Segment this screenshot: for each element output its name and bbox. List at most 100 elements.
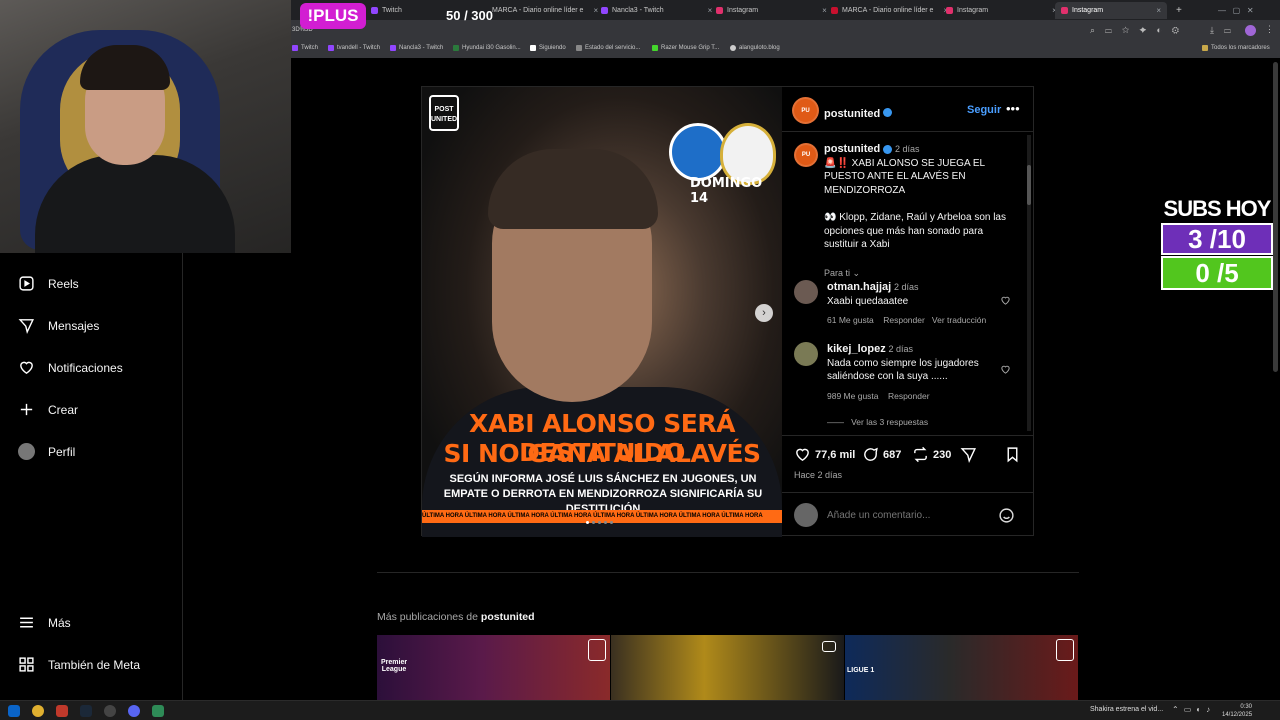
share-button[interactable] bbox=[960, 446, 977, 463]
sidebar-item-messages[interactable]: Mensajes bbox=[18, 317, 99, 334]
more-posts-user[interactable]: postunited bbox=[481, 611, 535, 623]
comment-time: 2 días bbox=[893, 282, 919, 292]
post-thumbnail[interactable]: LIGUE 1 bbox=[845, 635, 1078, 701]
sidebar-item-notifications[interactable]: Notificaciones bbox=[18, 359, 123, 376]
download-icon[interactable]: ⤓▭ bbox=[1210, 25, 1241, 36]
new-tab-button[interactable]: + bbox=[1170, 2, 1188, 19]
avatar[interactable] bbox=[794, 280, 818, 304]
chrome-icon[interactable] bbox=[32, 705, 44, 717]
browser-tab[interactable]: Twitch bbox=[365, 2, 408, 19]
clock[interactable]: 0:30 14/12/2025 bbox=[1222, 703, 1252, 719]
bookmark[interactable]: tvandell - Twitch bbox=[328, 45, 380, 51]
comment-user[interactable]: otman.hajjaj bbox=[827, 281, 891, 293]
browser-tab[interactable]: Instagram× bbox=[940, 2, 1063, 19]
view-replies-button[interactable]: —— Ver las 3 respuestas bbox=[827, 417, 928, 427]
subs-title: SUBS HOY bbox=[1163, 196, 1272, 221]
comments-scrollbar[interactable] bbox=[1027, 135, 1031, 431]
app-icon[interactable] bbox=[56, 705, 68, 717]
post-united-logo bbox=[1056, 639, 1074, 661]
comment-likes[interactable]: 61 Me gusta bbox=[827, 315, 874, 325]
scrollbar-thumb[interactable] bbox=[1027, 165, 1031, 205]
reply-button[interactable]: Responder bbox=[888, 391, 930, 401]
post-time: Hace 2 días bbox=[794, 470, 843, 480]
sidebar-item-reels[interactable]: Reels bbox=[18, 275, 79, 292]
sidebar-item-meta[interactable]: También de Meta bbox=[18, 656, 140, 673]
bookmark[interactable]: alanguloto.blog bbox=[730, 45, 780, 51]
like-comment-icon[interactable] bbox=[1000, 295, 1011, 306]
next-image-button[interactable]: › bbox=[755, 304, 773, 322]
bookmark[interactable]: Estado del servicio... bbox=[576, 45, 640, 51]
discord-icon[interactable] bbox=[128, 705, 140, 717]
alaves-crest bbox=[669, 123, 727, 181]
toolbar-icons[interactable]: ⌕▭☆✦◐⚙ bbox=[1090, 25, 1189, 36]
app-icon[interactable] bbox=[152, 705, 164, 717]
browser-tab[interactable]: Nancla3 - Twitch × bbox=[595, 2, 718, 19]
post-image[interactable]: POST UNITED DOMINGO 14 › XABI ALONSO SER… bbox=[422, 87, 782, 537]
sidebar-item-create[interactable]: Crear bbox=[18, 401, 78, 418]
heart-icon bbox=[796, 448, 809, 462]
like-count: 77,6 mil bbox=[815, 448, 856, 461]
subs-goal-a: 3 /10 bbox=[1161, 223, 1273, 255]
bookmark[interactable]: Hyundai i30 Gasolin... bbox=[453, 45, 521, 51]
like-button[interactable]: 77,6 mil bbox=[794, 446, 855, 463]
instagram-icon bbox=[716, 7, 723, 14]
author-avatar[interactable]: PU bbox=[794, 143, 818, 167]
image-hair bbox=[488, 149, 658, 229]
news-widget[interactable]: Shakira estrena el vid... bbox=[1090, 706, 1163, 713]
comment-input[interactable] bbox=[827, 507, 987, 523]
comment-button[interactable]: 687 bbox=[862, 446, 901, 463]
browser-tab[interactable]: Instagram× bbox=[710, 2, 833, 19]
author-avatar[interactable]: PU bbox=[792, 97, 819, 124]
more-options-icon[interactable]: ••• bbox=[1006, 101, 1020, 116]
image-headline-2: SI NO GANA AL ALAVÉS bbox=[443, 439, 761, 468]
repost-button[interactable]: 230 bbox=[912, 446, 951, 463]
menu-icon[interactable]: ⋮ bbox=[1265, 24, 1274, 35]
comments-section: PU postunited 2 días 🚨‼️ XABI ALONSO SE … bbox=[782, 133, 1034, 435]
post-thumbnail[interactable]: Premier League bbox=[377, 635, 610, 701]
browser-tab[interactable]: MARCA - Diario online líder e× bbox=[825, 2, 954, 19]
post-dialog: POST UNITED DOMINGO 14 › XABI ALONSO SER… bbox=[421, 86, 1034, 537]
caption-user[interactable]: postunited bbox=[824, 143, 880, 155]
goal-counter: 50 / 300 bbox=[446, 8, 493, 23]
post-thumbnail[interactable] bbox=[611, 635, 844, 701]
system-tray-icons[interactable]: ⌃▭◐♪ bbox=[1172, 705, 1215, 714]
profile-avatar[interactable] bbox=[1245, 25, 1256, 36]
translate-button[interactable]: Ver traducción bbox=[932, 315, 986, 325]
browser-tab-active[interactable]: Instagram × bbox=[1055, 2, 1167, 19]
for-you-link[interactable]: Para ti ⌄ bbox=[824, 268, 1020, 279]
carousel-dots bbox=[586, 521, 613, 524]
status-icon bbox=[576, 45, 582, 51]
steam-icon[interactable] bbox=[80, 705, 92, 717]
reply-button[interactable]: Responder bbox=[883, 315, 925, 325]
comment-likes[interactable]: 989 Me gusta bbox=[827, 391, 879, 401]
menu-icon bbox=[20, 617, 33, 628]
page-scrollbar[interactable] bbox=[1273, 62, 1278, 372]
hyundai-icon bbox=[453, 45, 459, 51]
author-name[interactable]: postunited bbox=[824, 104, 893, 122]
windows-start-icon[interactable] bbox=[8, 705, 20, 717]
like-comment-icon[interactable] bbox=[1000, 364, 1011, 375]
window-controls[interactable]: — ▢ ✕ bbox=[1212, 2, 1260, 19]
address-bar[interactable]: 3D%3D ⌕▭☆✦◐⚙ ⤓▭ ⋮ bbox=[290, 20, 1280, 42]
bookmark[interactable]: Twitch bbox=[292, 45, 318, 51]
sidebar-item-more[interactable]: Más bbox=[18, 614, 71, 631]
bookmark[interactable]: Nancla3 - Twitch bbox=[390, 45, 443, 51]
save-button[interactable] bbox=[1004, 446, 1021, 463]
close-icon[interactable]: × bbox=[1156, 6, 1161, 15]
verified-icon bbox=[883, 108, 893, 118]
comment-user[interactable]: kikej_lopez bbox=[827, 343, 886, 355]
follow-button[interactable]: Seguir bbox=[967, 104, 1001, 116]
caption-line-1: 🚨‼️ XABI ALONSO SE JUEGA EL PUESTO ANTE … bbox=[824, 157, 985, 196]
sidebar-item-profile[interactable]: Perfil bbox=[18, 443, 75, 460]
browser-tab[interactable]: MARCA - Diario online líder e× bbox=[486, 2, 604, 19]
bookmark[interactable]: Razer Mouse Grip T... bbox=[652, 45, 719, 51]
premier-league-label: Premier League bbox=[381, 659, 408, 673]
obs-icon[interactable] bbox=[104, 705, 116, 717]
bookmark-icon bbox=[1007, 447, 1018, 463]
all-bookmarks[interactable]: Todos los marcadores bbox=[1202, 45, 1270, 51]
bookmark[interactable]: Siguiendo bbox=[530, 45, 566, 51]
post-sidebar: PU postunited Seguir ••• PU postunited 2… bbox=[782, 87, 1034, 537]
emoji-icon[interactable] bbox=[998, 507, 1015, 524]
avatar[interactable] bbox=[794, 342, 818, 366]
reel-icon bbox=[822, 641, 836, 652]
